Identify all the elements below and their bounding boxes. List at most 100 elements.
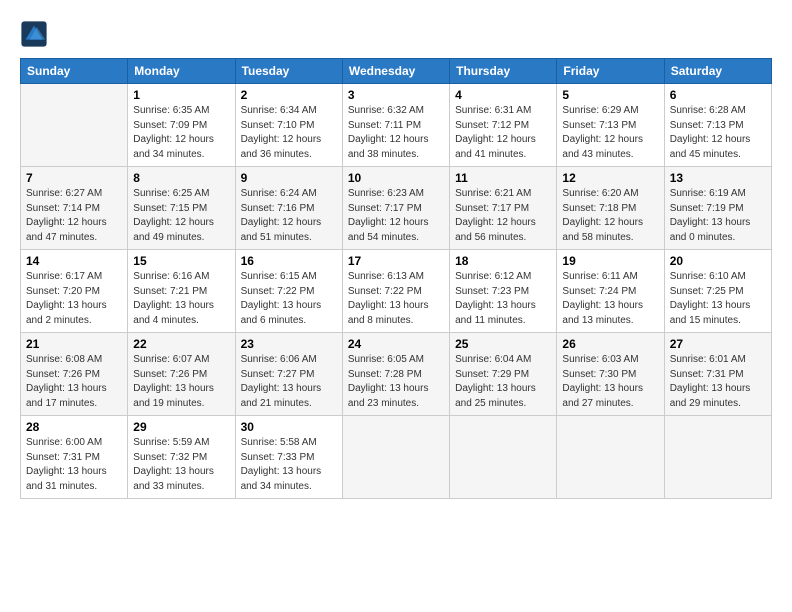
day-info: Sunrise: 6:24 AM Sunset: 7:16 PM Dayligh… — [241, 187, 337, 245]
day-info: Sunrise: 6:23 AM Sunset: 7:17 PM Dayligh… — [348, 187, 444, 245]
calendar-cell: 14 Sunrise: 6:17 AM Sunset: 7:20 PM Dayli… — [21, 250, 128, 333]
day-header-friday: Friday — [557, 59, 664, 84]
day-number: 9 — [241, 171, 337, 185]
calendar-cell: 28 Sunrise: 6:00 AM Sunset: 7:31 PM Dayli… — [21, 416, 128, 499]
day-info: Sunrise: 6:05 AM Sunset: 7:28 PM Dayligh… — [348, 353, 444, 411]
day-number: 24 — [348, 337, 444, 351]
day-info: Sunrise: 6:27 AM Sunset: 7:14 PM Dayligh… — [26, 187, 122, 245]
calendar-cell: 10Sunrise: 6:23 AM Sunset: 7:17 PM Dayli… — [342, 167, 449, 250]
day-header-saturday: Saturday — [664, 59, 771, 84]
page-header — [20, 20, 772, 48]
calendar-cell — [21, 84, 128, 167]
day-info: Sunrise: 6:13 AM Sunset: 7:22 PM Dayligh… — [348, 270, 444, 328]
day-info: Sunrise: 6:11 AM Sunset: 7:24 PM Dayligh… — [562, 270, 658, 328]
calendar-cell: 5 Sunrise: 6:29 AM Sunset: 7:13 PM Daylig… — [557, 84, 664, 167]
day-number: 21 — [26, 337, 122, 351]
day-number: 26 — [562, 337, 658, 351]
calendar-cell — [342, 416, 449, 499]
day-number: 29 — [133, 420, 229, 434]
day-info: Sunrise: 5:59 AM Sunset: 7:32 PM Dayligh… — [133, 436, 229, 494]
calendar-cell: 3 Sunrise: 6:32 AM Sunset: 7:11 PM Daylig… — [342, 84, 449, 167]
calendar-cell: 19 Sunrise: 6:11 AM Sunset: 7:24 PM Dayli… — [557, 250, 664, 333]
calendar-cell — [557, 416, 664, 499]
calendar-table: SundayMondayTuesdayWednesdayThursdayFrid… — [20, 58, 772, 499]
day-number: 23 — [241, 337, 337, 351]
day-number: 27 — [670, 337, 766, 351]
day-info: Sunrise: 6:31 AM Sunset: 7:12 PM Dayligh… — [455, 104, 551, 162]
day-info: Sunrise: 6:06 AM Sunset: 7:27 PM Dayligh… — [241, 353, 337, 411]
calendar-cell — [664, 416, 771, 499]
day-info: Sunrise: 6:01 AM Sunset: 7:31 PM Dayligh… — [670, 353, 766, 411]
day-info: Sunrise: 6:00 AM Sunset: 7:31 PM Dayligh… — [26, 436, 122, 494]
day-header-tuesday: Tuesday — [235, 59, 342, 84]
day-info: Sunrise: 6:32 AM Sunset: 7:11 PM Dayligh… — [348, 104, 444, 162]
calendar-cell: 17 Sunrise: 6:13 AM Sunset: 7:22 PM Dayli… — [342, 250, 449, 333]
day-header-sunday: Sunday — [21, 59, 128, 84]
calendar-cell: 22Sunrise: 6:07 AM Sunset: 7:26 PM Dayli… — [128, 333, 235, 416]
day-info: Sunrise: 6:10 AM Sunset: 7:25 PM Dayligh… — [670, 270, 766, 328]
day-number: 3 — [348, 88, 444, 102]
day-number: 2 — [241, 88, 337, 102]
calendar-cell: 15Sunrise: 6:16 AM Sunset: 7:21 PM Dayli… — [128, 250, 235, 333]
calendar-cell: 23 Sunrise: 6:06 AM Sunset: 7:27 PM Dayli… — [235, 333, 342, 416]
calendar-cell: 7 Sunrise: 6:27 AM Sunset: 7:14 PM Daylig… — [21, 167, 128, 250]
calendar-cell: 16 Sunrise: 6:15 AM Sunset: 7:22 PM Dayli… — [235, 250, 342, 333]
day-number: 7 — [26, 171, 122, 185]
day-info: Sunrise: 6:17 AM Sunset: 7:20 PM Dayligh… — [26, 270, 122, 328]
calendar-cell: 18Sunrise: 6:12 AM Sunset: 7:23 PM Dayli… — [450, 250, 557, 333]
day-info: Sunrise: 6:21 AM Sunset: 7:17 PM Dayligh… — [455, 187, 551, 245]
day-number: 8 — [133, 171, 229, 185]
day-number: 28 — [26, 420, 122, 434]
day-number: 14 — [26, 254, 122, 268]
day-number: 12 — [562, 171, 658, 185]
day-number: 18 — [455, 254, 551, 268]
day-info: Sunrise: 6:25 AM Sunset: 7:15 PM Dayligh… — [133, 187, 229, 245]
calendar-cell: 24 Sunrise: 6:05 AM Sunset: 7:28 PM Dayli… — [342, 333, 449, 416]
calendar-cell: 21Sunrise: 6:08 AM Sunset: 7:26 PM Dayli… — [21, 333, 128, 416]
calendar-cell: 20Sunrise: 6:10 AM Sunset: 7:25 PM Dayli… — [664, 250, 771, 333]
day-header-wednesday: Wednesday — [342, 59, 449, 84]
calendar-cell: 29 Sunrise: 5:59 AM Sunset: 7:32 PM Dayli… — [128, 416, 235, 499]
calendar-week: 14 Sunrise: 6:17 AM Sunset: 7:20 PM Dayli… — [21, 250, 772, 333]
day-info: Sunrise: 6:19 AM Sunset: 7:19 PM Dayligh… — [670, 187, 766, 245]
day-number: 13 — [670, 171, 766, 185]
day-number: 11 — [455, 171, 551, 185]
day-info: Sunrise: 6:34 AM Sunset: 7:10 PM Dayligh… — [241, 104, 337, 162]
calendar-week: 28 Sunrise: 6:00 AM Sunset: 7:31 PM Dayli… — [21, 416, 772, 499]
day-info: Sunrise: 6:20 AM Sunset: 7:18 PM Dayligh… — [562, 187, 658, 245]
calendar-cell: 26 Sunrise: 6:03 AM Sunset: 7:30 PM Dayli… — [557, 333, 664, 416]
calendar-cell: 9 Sunrise: 6:24 AM Sunset: 7:16 PM Daylig… — [235, 167, 342, 250]
calendar-week: 1 Sunrise: 6:35 AM Sunset: 7:09 PM Daylig… — [21, 84, 772, 167]
calendar-cell: 25 Sunrise: 6:04 AM Sunset: 7:29 PM Dayli… — [450, 333, 557, 416]
day-header-thursday: Thursday — [450, 59, 557, 84]
day-header-monday: Monday — [128, 59, 235, 84]
day-number: 5 — [562, 88, 658, 102]
day-number: 6 — [670, 88, 766, 102]
calendar-week: 7 Sunrise: 6:27 AM Sunset: 7:14 PM Daylig… — [21, 167, 772, 250]
day-number: 22 — [133, 337, 229, 351]
calendar-cell: 27 Sunrise: 6:01 AM Sunset: 7:31 PM Dayli… — [664, 333, 771, 416]
day-number: 25 — [455, 337, 551, 351]
calendar-cell: 2 Sunrise: 6:34 AM Sunset: 7:10 PM Daylig… — [235, 84, 342, 167]
calendar-cell: 4 Sunrise: 6:31 AM Sunset: 7:12 PM Daylig… — [450, 84, 557, 167]
calendar-cell: 13 Sunrise: 6:19 AM Sunset: 7:19 PM Dayli… — [664, 167, 771, 250]
day-number: 17 — [348, 254, 444, 268]
calendar-cell: 6 Sunrise: 6:28 AM Sunset: 7:13 PM Daylig… — [664, 84, 771, 167]
logo — [20, 20, 52, 48]
day-number: 16 — [241, 254, 337, 268]
calendar-cell: 1 Sunrise: 6:35 AM Sunset: 7:09 PM Daylig… — [128, 84, 235, 167]
day-number: 1 — [133, 88, 229, 102]
calendar-cell: 30Sunrise: 5:58 AM Sunset: 7:33 PM Dayli… — [235, 416, 342, 499]
calendar-header: SundayMondayTuesdayWednesdayThursdayFrid… — [21, 59, 772, 84]
calendar-cell: 11 Sunrise: 6:21 AM Sunset: 7:17 PM Dayli… — [450, 167, 557, 250]
day-info: Sunrise: 6:15 AM Sunset: 7:22 PM Dayligh… — [241, 270, 337, 328]
day-info: Sunrise: 6:03 AM Sunset: 7:30 PM Dayligh… — [562, 353, 658, 411]
day-info: Sunrise: 6:29 AM Sunset: 7:13 PM Dayligh… — [562, 104, 658, 162]
day-info: Sunrise: 6:04 AM Sunset: 7:29 PM Dayligh… — [455, 353, 551, 411]
day-number: 4 — [455, 88, 551, 102]
day-info: Sunrise: 6:35 AM Sunset: 7:09 PM Dayligh… — [133, 104, 229, 162]
day-info: Sunrise: 6:28 AM Sunset: 7:13 PM Dayligh… — [670, 104, 766, 162]
logo-icon — [20, 20, 48, 48]
day-number: 19 — [562, 254, 658, 268]
calendar-week: 21Sunrise: 6:08 AM Sunset: 7:26 PM Dayli… — [21, 333, 772, 416]
